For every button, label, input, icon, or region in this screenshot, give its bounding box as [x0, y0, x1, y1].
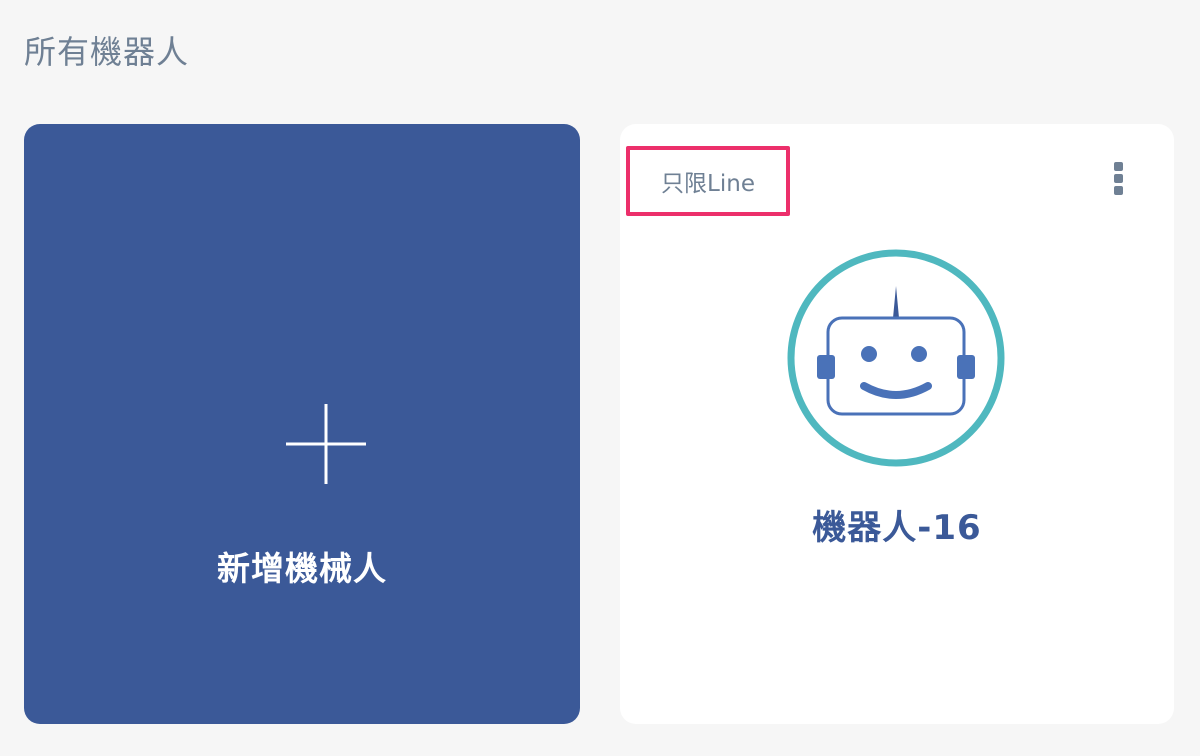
channel-badge: 只限Line	[626, 146, 790, 216]
page-title: 所有機器人	[24, 33, 190, 71]
bot-name[interactable]: 機器人-16	[620, 500, 1174, 549]
bots-page: 所有機器人 新增機械人 只限Line 機器人-16	[0, 0, 1200, 756]
menu-dot	[1113, 174, 1123, 183]
channel-badge-label: 只限Line	[661, 171, 755, 197]
robot-face-icon	[787, 249, 1005, 467]
add-bot-label: 新增機械人	[217, 549, 387, 588]
add-bot-card[interactable]: 新增機械人	[24, 124, 580, 724]
menu-dot	[1113, 162, 1123, 171]
menu-dot	[1113, 186, 1123, 195]
more-vertical-icon[interactable]	[1104, 162, 1132, 202]
plus-icon	[286, 404, 366, 484]
bot-card[interactable]: 只限Line 機器人-16	[620, 124, 1174, 724]
